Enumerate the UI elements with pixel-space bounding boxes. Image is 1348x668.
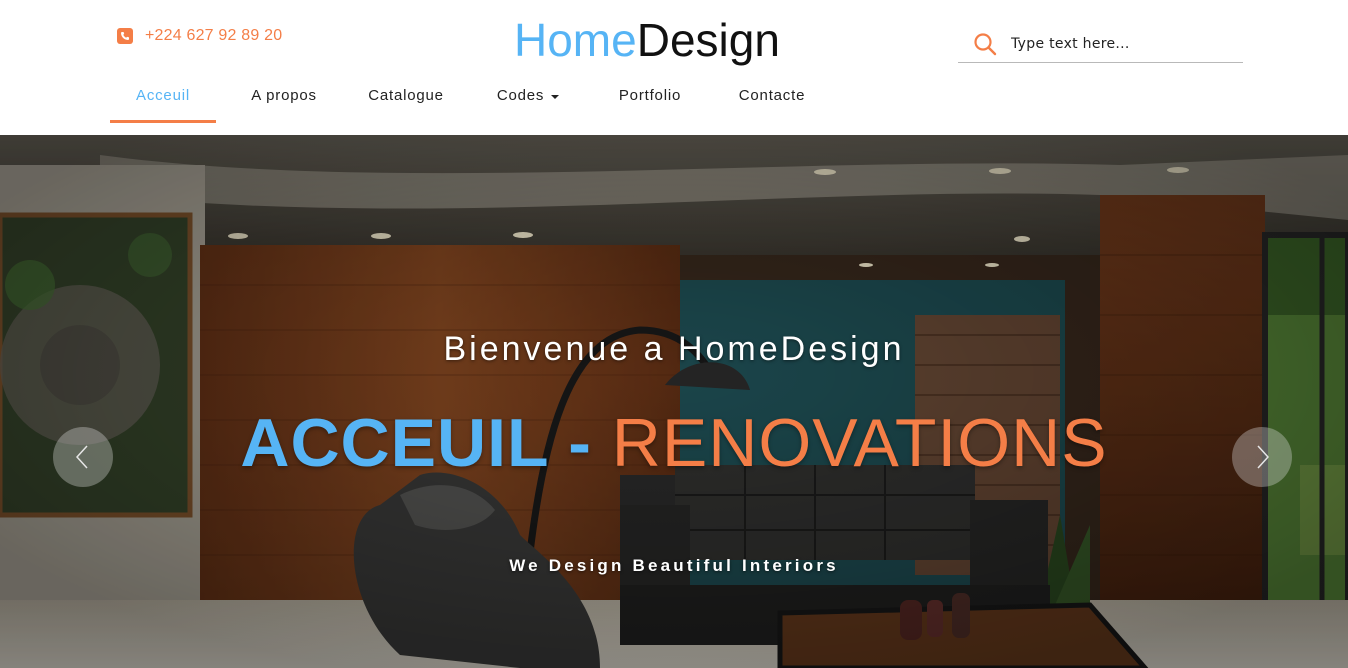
slider-prev-button[interactable] [53, 427, 113, 487]
hero-background-image [0, 135, 1348, 668]
chevron-left-icon [75, 445, 88, 469]
caret-down-icon [551, 95, 560, 99]
phone-contact[interactable]: +224 627 92 89 20 [117, 27, 282, 45]
nav-item-portfolio[interactable]: Portfolio [596, 80, 704, 123]
nav-item-a-propos[interactable]: A propos [216, 80, 352, 123]
site-header: +224 627 92 89 20 HomeDesign Acceuil A p… [0, 0, 1348, 135]
nav-item-codes-label: Codes [496, 87, 545, 104]
search-icon[interactable] [973, 32, 997, 56]
logo-home: Home [514, 14, 637, 66]
main-nav: Acceuil A propos Catalogue Codes Portfol… [110, 80, 840, 123]
search-input[interactable] [1011, 36, 1231, 52]
nav-item-catalogue[interactable]: Catalogue [352, 80, 460, 123]
hero-title-part2: RENOVATIONS [611, 405, 1108, 481]
hero-tagline: We Design Beautiful Interiors [509, 556, 839, 575]
hero-title: ACCEUIL - RENOVATIONS [0, 403, 1348, 483]
logo-design: Design [636, 14, 780, 66]
nav-item-codes[interactable]: Codes [460, 80, 596, 123]
chevron-right-icon [1257, 445, 1270, 469]
hero-slider: Bienvenue a HomeDesign ACCEUIL - RENOVAT… [0, 135, 1348, 668]
hero-subtitle: Bienvenue a HomeDesign [443, 330, 905, 368]
hero-title-separator: - [548, 405, 612, 481]
search-bar [958, 26, 1243, 63]
hero-title-part1: ACCEUIL [240, 405, 549, 481]
site-logo[interactable]: HomeDesign [514, 12, 780, 68]
slider-next-button[interactable] [1232, 427, 1292, 487]
nav-item-contacte[interactable]: Contacte [704, 80, 840, 123]
nav-item-acceuil[interactable]: Acceuil [110, 80, 216, 123]
phone-number[interactable]: +224 627 92 89 20 [145, 27, 282, 45]
phone-icon [117, 28, 133, 44]
